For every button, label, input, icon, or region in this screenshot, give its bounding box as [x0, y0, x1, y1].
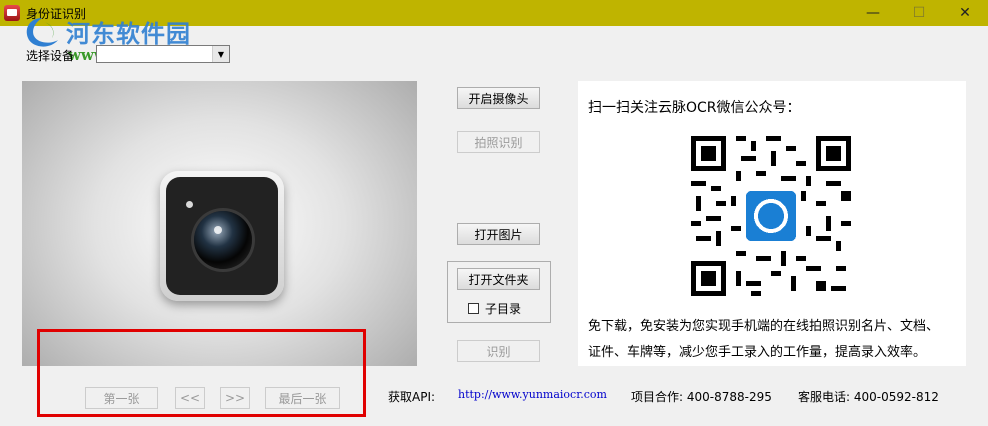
watermark-site-name: 河东软件园: [66, 19, 191, 48]
subdirectory-checkbox[interactable]: [468, 303, 479, 314]
service-phone: 客服电话: 400-0592-812: [798, 390, 939, 404]
watermark-logo-icon: [26, 18, 58, 47]
subdirectory-checkbox-row[interactable]: 子目录: [468, 300, 521, 317]
open-image-button[interactable]: 打开图片: [457, 223, 540, 245]
capture-recognize-button[interactable]: 拍照识别: [457, 131, 540, 153]
promo-description-line1: 免下载，免安装为您实现手机端的在线拍照识别名片、文档、: [588, 319, 940, 334]
api-link[interactable]: http://www.yunmaiocr.com: [458, 388, 607, 401]
device-select[interactable]: ▼: [96, 45, 230, 63]
promo-title: 扫一扫关注云脉OCR微信公众号：: [588, 100, 801, 116]
device-label: 选择设备: [26, 49, 75, 63]
cooperation-phone: 项目合作: 400-8788-295: [631, 390, 772, 404]
minimize-button[interactable]: —: [850, 0, 896, 26]
open-camera-button[interactable]: 开启摄像头: [457, 87, 540, 109]
camera-preview: [22, 81, 417, 366]
subdirectory-label: 子目录: [485, 302, 522, 316]
recognize-button[interactable]: 识别: [457, 340, 540, 362]
qr-code-icon: [686, 131, 856, 301]
camera-icon: [160, 171, 284, 301]
promo-description: 免下载，免安装为您实现手机端的在线拍照识别名片、文档、 证件、车牌等，减少您手工…: [588, 314, 960, 366]
promo-panel: 扫一扫关注云脉OCR微信公众号： 免下载，免安装为您实现手机端的在线拍照识别名片…: [578, 81, 966, 366]
open-folder-button[interactable]: 打开文件夹: [457, 268, 540, 290]
highlight-box: [37, 329, 366, 417]
api-label: 获取API:: [388, 390, 436, 404]
id-card-icon: [4, 5, 20, 21]
promo-description-line2: 证件、车牌等，减少您手工录入的工作量，提高录入效率。: [588, 345, 927, 360]
maximize-button[interactable]: ☐: [896, 0, 942, 26]
close-button[interactable]: ✕: [942, 0, 988, 26]
chevron-down-icon[interactable]: ▼: [212, 46, 229, 62]
